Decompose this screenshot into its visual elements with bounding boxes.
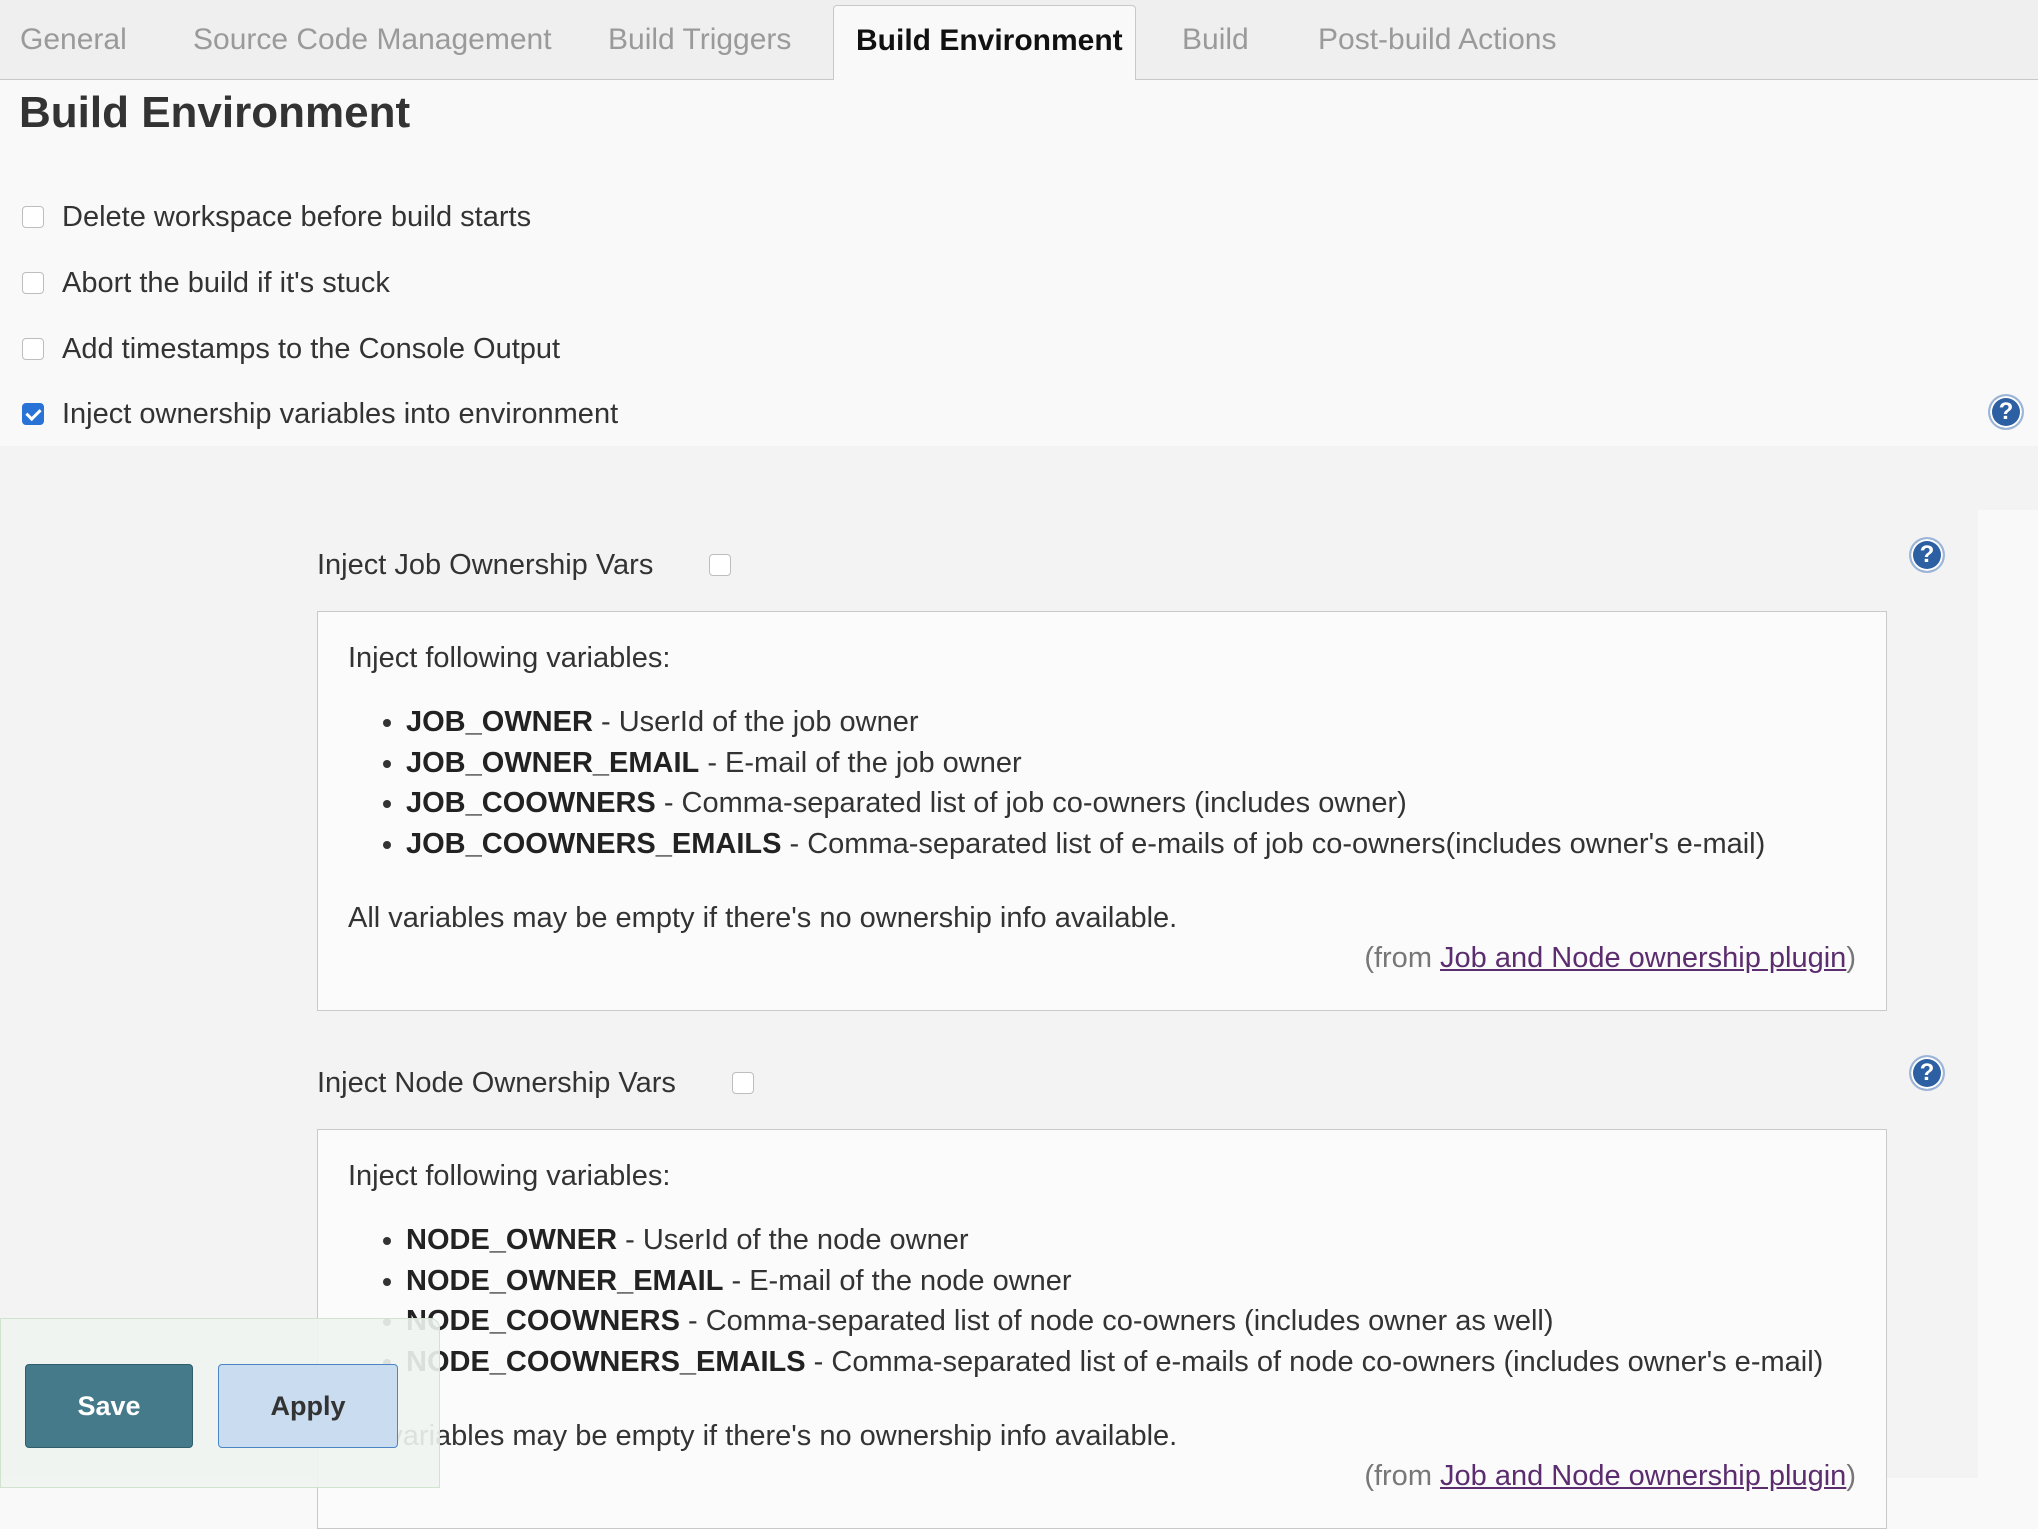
plugin-attribution: (from Job and Node ownership plugin): [1364, 1460, 1856, 1492]
job-vars-help-box: Inject following variables: JOB_OWNER - …: [317, 611, 1887, 1011]
panel-edge: [1978, 446, 2038, 510]
option-abort-stuck[interactable]: Abort the build if it's stuck: [22, 263, 390, 303]
plugin-link[interactable]: Job and Node ownership plugin: [1440, 942, 1846, 974]
option-delete-workspace[interactable]: Delete workspace before build starts: [22, 197, 531, 237]
list-item: NODE_COOWNERS - Comma-separated list of …: [406, 1301, 1823, 1342]
option-label: Inject ownership variables into environm…: [62, 397, 619, 430]
node-vars-list: NODE_OWNER - UserId of the node owner NO…: [376, 1220, 1823, 1382]
plugin-link[interactable]: Job and Node ownership plugin: [1440, 1460, 1846, 1492]
inject-node-ownership-checkbox[interactable]: [731, 1072, 754, 1094]
plugin-attribution: (from Job and Node ownership plugin): [1364, 942, 1856, 974]
inject-job-ownership-row[interactable]: Inject Job Ownership Vars: [317, 545, 732, 585]
help-intro: Inject following variables:: [348, 642, 671, 674]
add-timestamps-checkbox[interactable]: [22, 338, 44, 360]
option-label: Delete workspace before build starts: [62, 200, 532, 233]
section-title: Build Environment: [19, 88, 411, 137]
option-add-timestamps[interactable]: Add timestamps to the Console Output: [22, 329, 560, 369]
list-item: NODE_COOWNERS_EMAILS - Comma-separated l…: [406, 1342, 1823, 1383]
inject-ownership-checkbox[interactable]: [22, 403, 44, 425]
apply-button[interactable]: Apply: [218, 1364, 398, 1448]
job-vars-list: JOB_OWNER - UserId of the job owner JOB_…: [376, 702, 1765, 864]
list-item: NODE_OWNER - UserId of the node owner: [406, 1220, 1823, 1261]
help-intro: Inject following variables:: [348, 1160, 671, 1192]
option-label: Abort the build if it's stuck: [62, 266, 390, 299]
help-icon[interactable]: ?: [1988, 394, 2024, 430]
tab-build-environment[interactable]: Build Environment: [833, 5, 1136, 80]
option-inject-ownership[interactable]: Inject ownership variables into environm…: [22, 394, 618, 434]
list-item: JOB_COOWNERS - Comma-separated list of j…: [406, 783, 1765, 824]
list-item: JOB_OWNER_EMAIL - E-mail of the job owne…: [406, 743, 1765, 784]
help-icon[interactable]: ?: [1909, 537, 1945, 573]
inject-node-ownership-row[interactable]: Inject Node Ownership Vars: [317, 1063, 754, 1103]
list-item: NODE_OWNER_EMAIL - E-mail of the node ow…: [406, 1261, 1823, 1302]
list-item: JOB_OWNER - UserId of the job owner: [406, 702, 1765, 743]
tab-bar: General Source Code Management Build Tri…: [0, 0, 2038, 80]
inject-job-ownership-checkbox[interactable]: [709, 554, 732, 576]
help-note: All variables may be empty if there's no…: [348, 902, 1178, 934]
help-note: All variables may be empty if there's no…: [348, 1420, 1178, 1452]
save-button[interactable]: Save: [25, 1364, 193, 1448]
option-label: Add timestamps to the Console Output: [62, 332, 561, 365]
abort-stuck-checkbox[interactable]: [22, 272, 44, 294]
inject-node-ownership-label: Inject Node Ownership Vars: [317, 1066, 676, 1099]
list-item: JOB_COOWNERS_EMAILS - Comma-separated li…: [406, 824, 1765, 865]
delete-workspace-checkbox[interactable]: [22, 206, 44, 228]
help-icon[interactable]: ?: [1909, 1055, 1945, 1091]
tab-source-code-management[interactable]: Source Code Management: [193, 0, 552, 79]
node-vars-help-box: Inject following variables: NODE_OWNER -…: [317, 1129, 1887, 1529]
tab-post-build-actions[interactable]: Post-build Actions: [1318, 0, 1556, 79]
tab-general[interactable]: General: [20, 0, 127, 79]
inject-job-ownership-label: Inject Job Ownership Vars: [317, 548, 654, 581]
tab-build-triggers[interactable]: Build Triggers: [608, 0, 791, 79]
tab-build[interactable]: Build: [1182, 0, 1249, 79]
